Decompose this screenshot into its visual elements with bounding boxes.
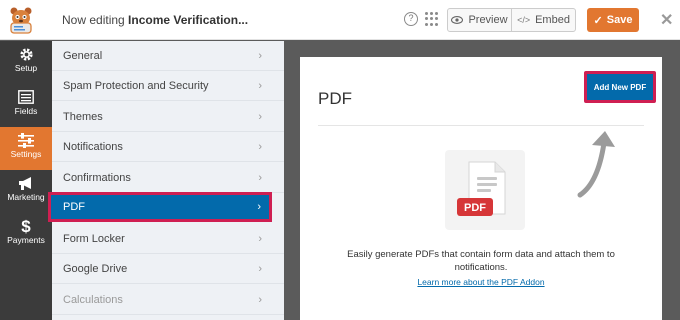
submenu-label: Confirmations bbox=[63, 172, 131, 184]
chevron-right-icon: › bbox=[258, 233, 262, 245]
eye-icon bbox=[451, 16, 464, 24]
learn-more-link[interactable]: Learn more about the PDF Addon bbox=[330, 277, 632, 287]
close-icon[interactable]: ✕ bbox=[660, 10, 673, 30]
embed-label: Embed bbox=[535, 14, 570, 26]
save-label: Save bbox=[606, 14, 633, 26]
preview-embed-group: Preview </> Embed bbox=[447, 8, 576, 32]
submenu-label: PDF bbox=[63, 201, 85, 213]
pdf-illustration: PDF bbox=[445, 150, 525, 230]
submenu-label: Themes bbox=[63, 111, 103, 123]
dollar-icon: $ bbox=[21, 217, 31, 236]
preview-button[interactable]: Preview bbox=[448, 9, 511, 31]
form-name: Income Verification... bbox=[128, 13, 249, 27]
chevron-right-icon: › bbox=[258, 294, 262, 306]
submenu-item-calculations[interactable]: Calculations › bbox=[52, 285, 284, 315]
main-content: PDF Add New PDF PDF Easily generate PDFs… bbox=[284, 41, 680, 320]
rail-item-payments[interactable]: $ Payments bbox=[0, 213, 52, 256]
rail-item-marketing[interactable]: Marketing bbox=[0, 170, 52, 213]
pdf-badge-text: PDF bbox=[464, 202, 486, 214]
panel-description: Easily generate PDFs that contain form d… bbox=[347, 249, 615, 273]
add-new-pdf-button[interactable]: Add New PDF bbox=[584, 71, 656, 103]
save-button[interactable]: ✓ Save bbox=[587, 8, 639, 32]
help-icon[interactable]: ? bbox=[404, 12, 418, 26]
sliders-icon bbox=[0, 127, 52, 149]
submenu-label: Google Drive bbox=[63, 263, 128, 275]
embed-button[interactable]: </> Embed bbox=[511, 9, 575, 31]
preview-label: Preview bbox=[468, 14, 508, 26]
builder-sidebar: Setup Fields Settings Marketing $ Paymen… bbox=[0, 41, 52, 320]
submenu-item-confirmations[interactable]: Confirmations › bbox=[52, 163, 284, 193]
submenu-label: Form Locker bbox=[63, 233, 125, 245]
submenu-label: General bbox=[63, 50, 103, 62]
rail-item-fields[interactable]: Fields bbox=[0, 84, 52, 127]
list-icon bbox=[0, 84, 52, 106]
rail-item-settings[interactable]: Settings bbox=[0, 127, 52, 170]
submenu-label: Spam Protection and Security bbox=[63, 80, 209, 92]
submenu-label: Notifications bbox=[63, 141, 123, 153]
title-prefix: Now editing bbox=[62, 13, 125, 27]
rail-item-setup[interactable]: Setup bbox=[0, 41, 52, 84]
chevron-right-icon: › bbox=[258, 263, 262, 275]
pdf-document-icon: PDF bbox=[457, 161, 506, 216]
megaphone-icon bbox=[0, 170, 52, 192]
panel-heading: PDF bbox=[318, 89, 352, 108]
settings-submenu: General › Spam Protection and Security ›… bbox=[48, 41, 284, 320]
chevron-right-icon: › bbox=[257, 201, 261, 213]
chevron-right-icon: › bbox=[258, 111, 262, 123]
submenu-item-google-drive[interactable]: Google Drive › bbox=[52, 254, 284, 284]
bear-mascot-icon bbox=[10, 7, 32, 34]
code-icon: </> bbox=[517, 15, 531, 25]
rail-label: Payments bbox=[7, 235, 45, 245]
rail-label: Setup bbox=[14, 63, 38, 73]
rail-label: Fields bbox=[14, 106, 38, 116]
chevron-right-icon: › bbox=[258, 172, 262, 184]
top-bar: Now editing Income Verification... ? Pre… bbox=[0, 0, 680, 40]
chevron-right-icon: › bbox=[258, 50, 262, 62]
pdf-panel: PDF Add New PDF PDF Easily generate PDFs… bbox=[300, 57, 662, 320]
editing-title: Now editing Income Verification... bbox=[62, 0, 248, 40]
grid-dots-icon[interactable] bbox=[425, 12, 438, 26]
submenu-item-form-locker[interactable]: Form Locker › bbox=[52, 224, 284, 254]
submenu-item-pdf[interactable]: PDF › bbox=[48, 192, 272, 222]
rail-label: Marketing bbox=[7, 192, 45, 202]
gear-icon bbox=[0, 41, 52, 63]
wpforms-logo bbox=[0, 0, 42, 40]
submenu-item-general[interactable]: General › bbox=[52, 41, 284, 71]
submenu-item-notifications[interactable]: Notifications › bbox=[52, 132, 284, 162]
submenu-item-themes[interactable]: Themes › bbox=[52, 102, 284, 132]
curved-arrow-icon bbox=[577, 131, 615, 198]
chevron-right-icon: › bbox=[258, 141, 262, 153]
checkmark-icon: ✓ bbox=[593, 14, 603, 27]
submenu-item-spam-protection[interactable]: Spam Protection and Security › bbox=[52, 71, 284, 101]
rail-label: Settings bbox=[10, 149, 42, 159]
chevron-right-icon: › bbox=[258, 80, 262, 92]
submenu-label: Calculations bbox=[63, 294, 123, 306]
